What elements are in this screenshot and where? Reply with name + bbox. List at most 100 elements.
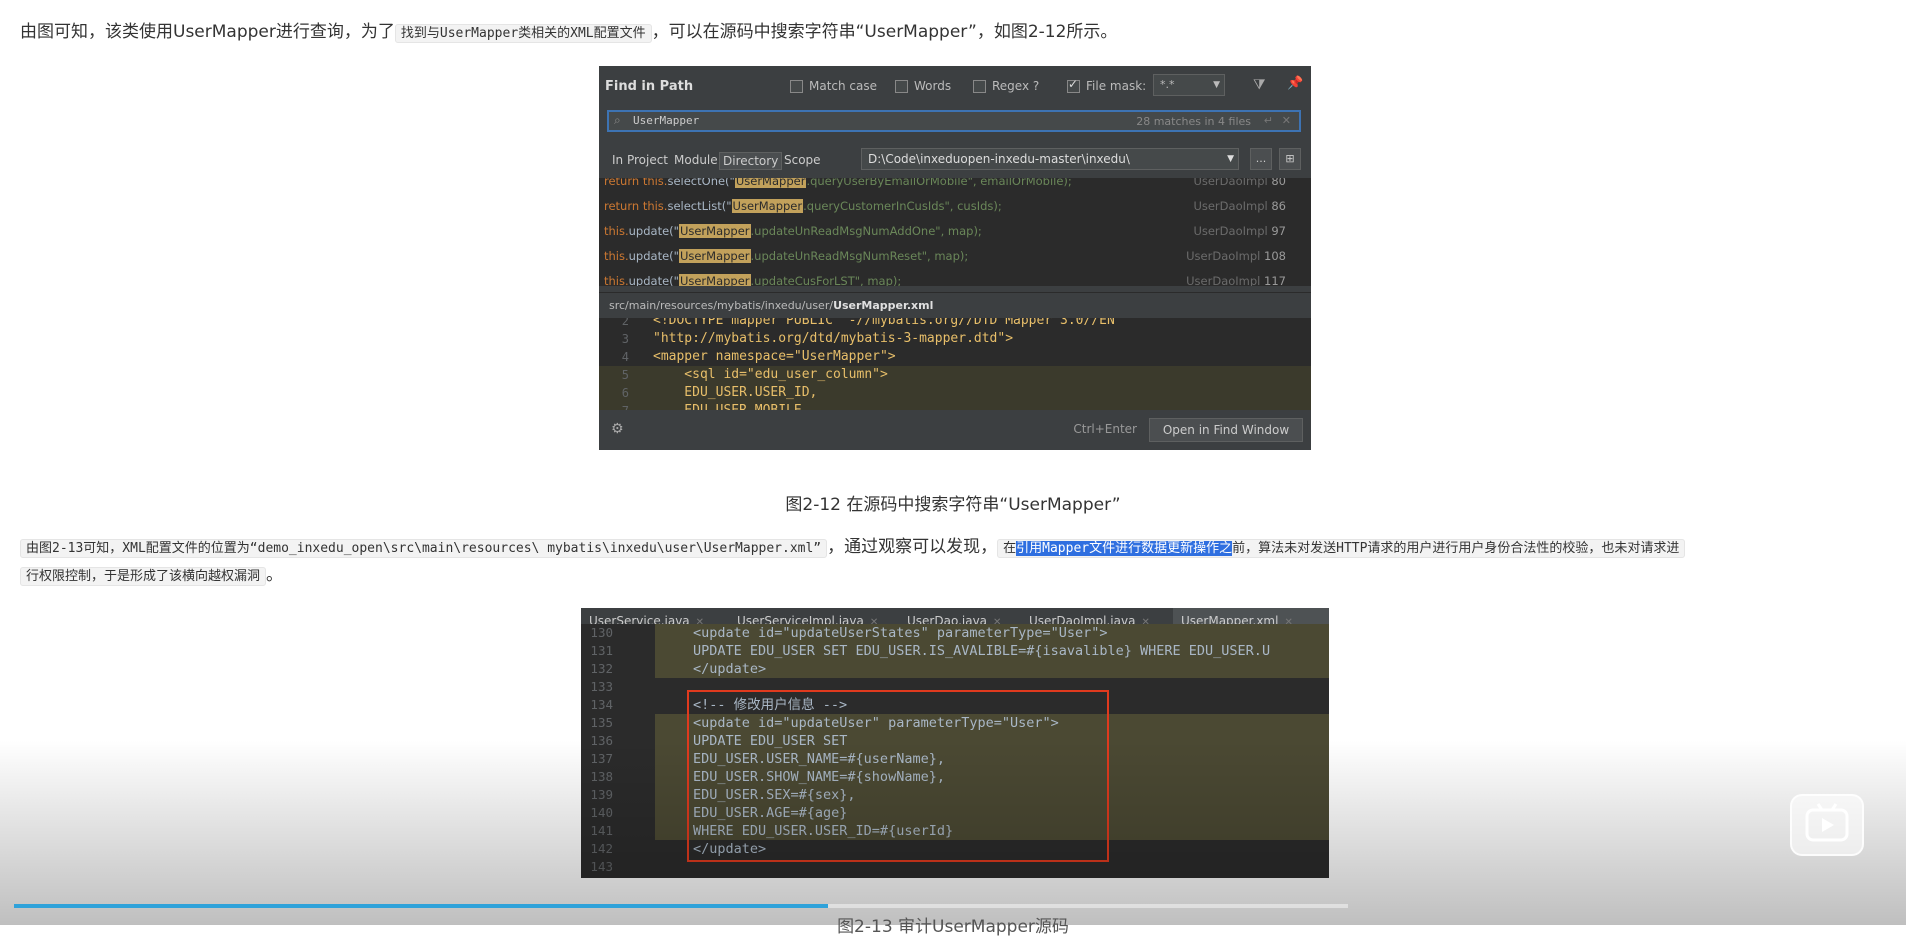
- analysis-post: 前，算法未对发送HTTP请求的用户进行用户身份合法性的校验，也未对请求进: [1232, 541, 1680, 556]
- line-code: EDU_USER.USER_ID,: [653, 385, 818, 400]
- result-prefix: this.: [604, 249, 629, 263]
- gear-icon[interactable]: ⚙: [611, 421, 624, 437]
- line-number: 132: [590, 661, 613, 676]
- file-mask-select[interactable]: *.* ▼: [1153, 74, 1225, 96]
- result-row[interactable]: return this.selectOne("UserMapper.queryU…: [604, 178, 1304, 194]
- preview-line: 7 EDU_USER.MOBILE,: [599, 402, 1311, 410]
- line-code: "http://mybatis.org/dtd/mybatis-3-mapper…: [653, 331, 1014, 346]
- result-prefix: return this.: [604, 178, 668, 188]
- line-code: EDU_USER.MOBILE,: [653, 402, 809, 410]
- scope-in-project[interactable]: In Project: [609, 152, 671, 168]
- search-input[interactable]: ⌕ UserMapper 28 matches in 4 files ↵ ✕: [607, 110, 1301, 132]
- intro-inline-code: 找到与UserMapper类相关的XML配置文件: [394, 24, 652, 43]
- match-case-label: Match case: [809, 79, 878, 93]
- result-prefix: this.: [604, 224, 629, 238]
- intro-paragraph: 由图可知，该类使用UserMapper进行查询，为了 找到与UserMapper类…: [20, 19, 1117, 47]
- line-number: 142: [590, 841, 613, 856]
- shortcut-hint: Ctrl+Enter: [1073, 422, 1137, 436]
- line-number: 4: [621, 350, 629, 364]
- result-call: selectOne(": [667, 178, 735, 188]
- code-line: 131 UPDATE EDU_USER SET EDU_USER.IS_AVALI…: [581, 642, 1329, 660]
- result-match: UserMapper: [678, 274, 751, 286]
- scope-scope[interactable]: Scope: [781, 152, 824, 168]
- line-number: 143: [590, 859, 613, 874]
- result-match: UserMapper: [734, 178, 807, 188]
- paragraph-2-line-2: 行权限控制，于是形成了该横向越权漏洞。: [20, 562, 283, 590]
- dialog-footer: ⚙ Ctrl+Enter Open in Find Window: [599, 410, 1311, 450]
- inline-code-conclusion: 行权限控制，于是形成了该横向越权漏洞: [20, 567, 267, 586]
- words-option[interactable]: Words: [895, 79, 951, 93]
- file-mask-checkbox[interactable]: [1067, 77, 1080, 93]
- dialog-header: Find in Path Match case Words Regex ? Fi…: [599, 66, 1311, 106]
- chevron-down-icon[interactable]: ▼: [1227, 149, 1234, 169]
- progress-fill: [14, 904, 828, 908]
- tree-icon[interactable]: ⊞: [1279, 148, 1301, 170]
- regex-option[interactable]: Regex ?: [973, 79, 1039, 93]
- result-prefix: this.: [604, 274, 629, 286]
- result-line: 97: [1271, 224, 1286, 238]
- result-file: UserDaoImpl: [1193, 199, 1268, 213]
- result-location: UserDaoImpl 80: [1193, 178, 1286, 188]
- match-case-checkbox[interactable]: [790, 79, 803, 93]
- line-code: </update>: [693, 661, 767, 677]
- result-row[interactable]: this.update("UserMapper.updateCusForLST"…: [604, 274, 1304, 286]
- match-case-option[interactable]: Match case: [790, 79, 877, 93]
- result-rest: .updateUnReadMsgNumAddOne", map);: [750, 224, 982, 238]
- intro-text-2: ，可以在源码中搜索字符串“UserMapper”，如图2-12所示。: [651, 22, 1118, 42]
- regex-label: Regex ?: [992, 79, 1040, 93]
- result-file: UserDaoImpl: [1186, 274, 1261, 286]
- preview-path: src/main/resources/mybatis/inxedu/user/U…: [599, 292, 1311, 318]
- open-in-find-window-button[interactable]: Open in Find Window: [1149, 418, 1303, 442]
- scope-module[interactable]: Module: [671, 152, 721, 168]
- para2-end: 。: [266, 565, 284, 585]
- result-match: UserMapper: [678, 249, 751, 263]
- directory-path: D:\Code\inxeduopen-inxedu-master\inxedu\: [868, 152, 1130, 166]
- file-mask-option[interactable]: File mask:: [1067, 77, 1147, 93]
- code-editor: UserService.java ✕ UserServiceImpl.java ✕ Us…: [581, 608, 1329, 878]
- preview-line: 5 <sql id="edu_user_column">: [599, 366, 1311, 384]
- result-file: UserDaoImpl: [1193, 224, 1268, 238]
- play-button[interactable]: [1790, 794, 1864, 856]
- intro-text-1: 由图可知，该类使用UserMapper进行查询，为了: [20, 22, 395, 42]
- line-number: 7: [599, 402, 629, 410]
- result-rest: .queryCustomerInCusIds", cusIds);: [803, 199, 1002, 213]
- result-location: UserDaoImpl 97: [1193, 224, 1286, 238]
- file-mask-value: *.*: [1160, 78, 1175, 91]
- scope-directory[interactable]: Directory: [719, 152, 783, 170]
- browse-button[interactable]: ...: [1250, 148, 1272, 170]
- words-label: Words: [914, 79, 952, 93]
- line-number: 139: [590, 787, 613, 802]
- paragraph-2: 由图2-13可知，XML配置文件的位置为“demo_inxedu_open\sr…: [20, 534, 1890, 562]
- words-checkbox[interactable]: [895, 79, 908, 93]
- line-number: 5: [621, 368, 629, 382]
- code-line: 130 <update id="updateUserStates" paramet…: [581, 624, 1329, 642]
- result-row[interactable]: this.update("UserMapper.updateUnReadMsgN…: [604, 224, 1304, 244]
- code-preview: 2 <!DOCTYPE mapper PUBLIC "-//mybatis.org…: [599, 318, 1311, 410]
- line-number: 135: [590, 715, 613, 730]
- selected-text[interactable]: 引用Mapper文件进行数据更新操作之: [1016, 541, 1233, 556]
- highlight-box: [687, 690, 1109, 862]
- search-value: UserMapper: [633, 114, 700, 127]
- line-number: 134: [590, 697, 613, 712]
- regex-checkbox[interactable]: [973, 79, 986, 93]
- chevron-down-icon: ▼: [1213, 80, 1220, 90]
- line-number: 3: [621, 332, 629, 346]
- enter-icon[interactable]: ↵: [1264, 114, 1273, 127]
- find-in-path-dialog: Find in Path Match case Words Regex ? Fi…: [599, 66, 1311, 450]
- result-row[interactable]: this.update("UserMapper.updateUnReadMsgN…: [604, 249, 1304, 269]
- line-code: UPDATE EDU_USER SET EDU_USER.IS_AVALIBLE…: [693, 643, 1271, 659]
- preview-line: 6 EDU_USER.USER_ID,: [599, 384, 1311, 402]
- line-number: 130: [590, 625, 613, 640]
- result-call: update(": [628, 249, 679, 263]
- result-row[interactable]: return this.selectList("UserMapper.query…: [604, 199, 1304, 219]
- analysis-pre: 在: [1003, 541, 1017, 556]
- pin-icon[interactable]: 📌: [1287, 76, 1303, 91]
- result-match: UserMapper: [731, 199, 804, 213]
- filter-icon[interactable]: ⧩: [1253, 77, 1266, 93]
- clear-icon[interactable]: ✕: [1282, 114, 1291, 127]
- line-code: <update id="updateUserStates" parameterT…: [693, 625, 1108, 641]
- file-mask-label: File mask:: [1086, 79, 1147, 93]
- result-location: UserDaoImpl 86: [1193, 199, 1286, 213]
- directory-field[interactable]: D:\Code\inxeduopen-inxedu-master\inxedu\…: [861, 148, 1239, 170]
- line-number: 2: [621, 318, 629, 328]
